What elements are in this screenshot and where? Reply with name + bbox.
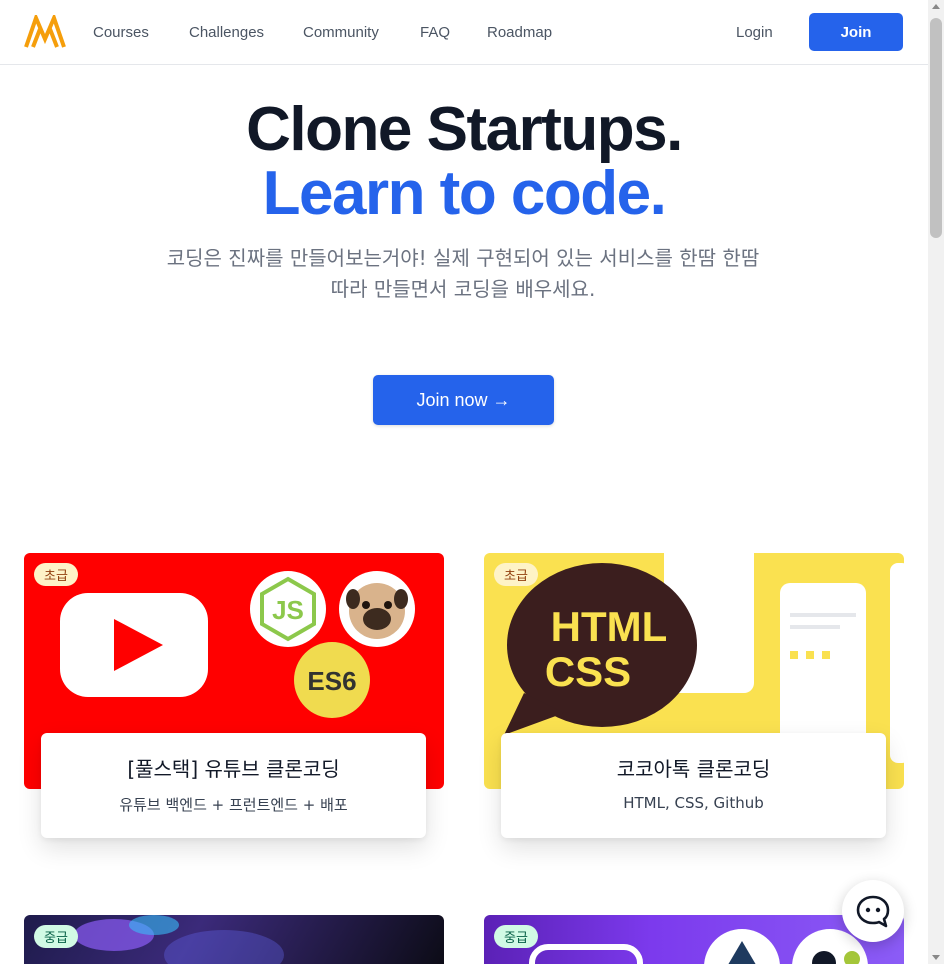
page-scrollbar[interactable] [928, 0, 944, 964]
scroll-down-arrow-icon[interactable] [932, 955, 940, 960]
course-card-4-image[interactable]: 중급 [484, 915, 904, 964]
level-badge: 초급 [494, 563, 538, 586]
course-card-3-image[interactable]: 중급 [24, 915, 444, 964]
nav-link-community[interactable]: Community [303, 24, 379, 41]
nav-link-roadmap[interactable]: Roadmap [487, 24, 552, 41]
svg-text:HTML: HTML [551, 603, 668, 650]
course-card-kakaotalk[interactable]: 코코아톡 클론코딩 HTML, CSS, Github [501, 733, 886, 838]
course-4-artwork [529, 929, 868, 964]
join-now-button[interactable]: Join now → [373, 375, 554, 425]
top-navbar: Courses Challenges Community FAQ Roadmap… [0, 0, 928, 65]
svg-text:ES6: ES6 [307, 666, 356, 696]
hero-title-line2: Learn to code. [262, 159, 667, 228]
course-title: [풀스택] 유튜브 클론코딩 [127, 757, 340, 781]
nav-link-challenges[interactable]: Challenges [189, 24, 264, 41]
chat-widget-button[interactable] [842, 880, 904, 942]
join-button[interactable]: Join [809, 13, 903, 51]
scroll-thumb[interactable] [930, 18, 942, 238]
course-description: 유튜브 백엔드 + 프런트엔드 + 배포 [119, 796, 348, 814]
course-description: HTML, CSS, Github [623, 794, 764, 812]
chat-icon [856, 895, 890, 928]
level-badge: 중급 [494, 925, 538, 948]
logo-icon[interactable] [24, 15, 66, 49]
hero-title-line1: Clone Startups. [246, 95, 683, 164]
level-badge: 중급 [34, 925, 78, 948]
course-card-youtube[interactable]: [풀스택] 유튜브 클론코딩 유튜브 백엔드 + 프런트엔드 + 배포 [41, 733, 426, 838]
nav-link-courses[interactable]: Courses [93, 24, 149, 41]
course-title: 코코아톡 클론코딩 [616, 757, 771, 781]
svg-text:JS: JS [272, 595, 304, 625]
level-badge: 초급 [34, 563, 78, 586]
hero-subtitle: 코딩은 진짜를 만들어보는거야! 실제 구현되어 있는 서비스를 한땀 한땀 따… [166, 246, 760, 301]
nav-link-faq[interactable]: FAQ [420, 24, 450, 41]
scroll-up-arrow-icon[interactable] [932, 4, 940, 9]
course-3-artwork [74, 915, 284, 964]
svg-text:CSS: CSS [545, 648, 631, 695]
login-link[interactable]: Login [736, 24, 773, 41]
